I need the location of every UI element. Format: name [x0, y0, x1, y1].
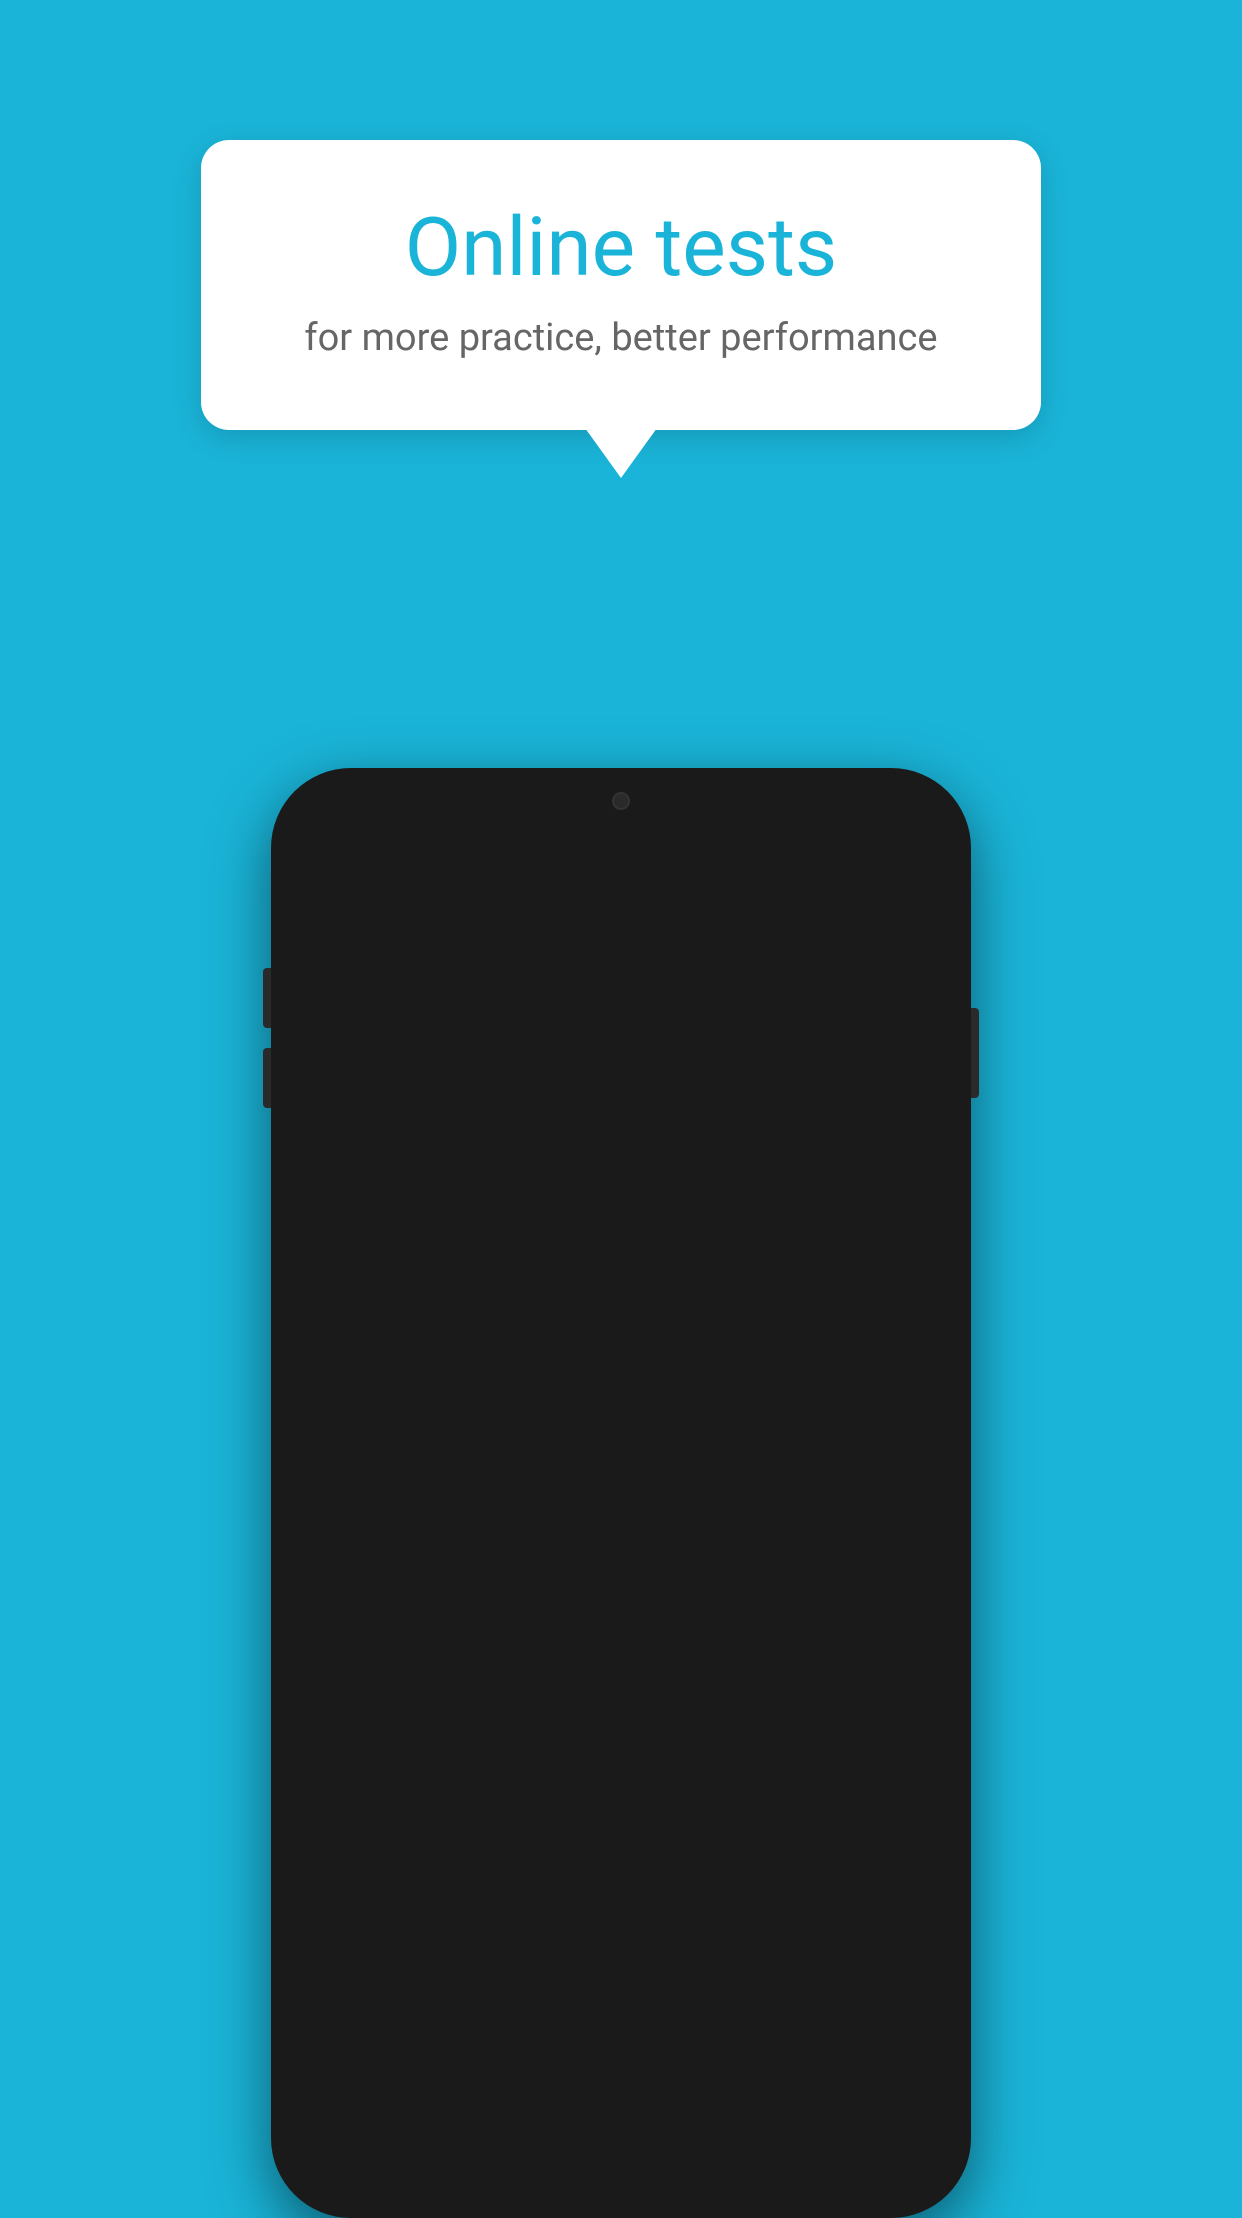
badge-online-newtons: Online Test — [800, 1263, 933, 1304]
phone-mockup: 14:29 ▾ ▲▲ ▮ ← Learning Light MENTS ANNO… — [271, 768, 971, 2218]
test-item-newtons[interactable]: Newton's Second law(contd)-Newton's Thir… — [287, 1235, 955, 1406]
test-info-conservation: Conservation of momentum-Equilibrium by … — [309, 1427, 788, 1519]
test-author-conservation: by Anurag — [309, 1467, 788, 1491]
test-name-newtons: Newton's Second law(contd)-Newton's Thir… — [309, 1257, 788, 1325]
test-name-reshuffling: Reshuffling test — [309, 1120, 797, 1154]
phone-screen: 14:29 ▾ ▲▲ ▮ ← Learning Light MENTS ANNO… — [287, 784, 955, 2202]
tab-tests[interactable]: TESTS — [621, 941, 788, 976]
search-icon: 🔍 — [322, 1003, 349, 1028]
battery-icon: ▮ — [917, 801, 927, 822]
test-info-reshuffling: Reshuffling test by Anurag Starts at Jul… — [309, 1120, 797, 1212]
completed-section-header: COMPLETED (1) — [287, 1542, 955, 1587]
wifi-icon: ▾ — [856, 801, 865, 822]
search-box[interactable]: 🔍 Search — [305, 992, 937, 1039]
back-button[interactable]: ← — [311, 859, 341, 894]
tabs-bar: MENTS ANNOUNCEMENTS TESTS VIDEOS — [287, 914, 955, 978]
tab-ments[interactable]: MENTS — [287, 941, 454, 976]
badge-class-reshuffling: Class Test — [809, 1126, 933, 1165]
test-date-newtons: Ends at Jul 06, 10:45 AM — [309, 1358, 788, 1382]
power-button — [971, 1008, 979, 1098]
status-time: 14:29 — [315, 799, 371, 824]
app-header-title: Learning Light — [361, 858, 564, 896]
promo-bubble: Online tests for more practice, better p… — [201, 140, 1041, 430]
bubble-subtitle: for more practice, better performance — [281, 316, 961, 360]
tab-videos[interactable]: VIDEOS — [788, 941, 955, 976]
test-name-conservation: Conservation of momentum-Equilibrium — [309, 1427, 788, 1461]
ongoing-section-header: ONGOING (3) — [287, 1053, 955, 1098]
test-item-conservation[interactable]: Conservation of momentum-Equilibrium by … — [287, 1405, 955, 1542]
status-bar: 14:29 ▾ ▲▲ ▮ — [287, 784, 955, 839]
test-list: Reshuffling test by Anurag Starts at Jul… — [287, 1098, 955, 1542]
status-icons: ▾ ▲▲ ▮ — [856, 801, 927, 822]
search-container: 🔍 Search — [287, 978, 955, 1053]
test-info-newtons: Newton's Second law(contd)-Newton's Thir… — [309, 1257, 788, 1383]
signal-icon: ▲▲ — [873, 801, 909, 822]
volume-down-button — [263, 1048, 271, 1108]
bubble-title: Online tests — [281, 200, 961, 296]
test-date-reshuffling: Starts at Jul 05, 05:45 PM — [309, 1188, 797, 1212]
test-author-reshuffling: by Anurag — [309, 1160, 797, 1184]
app-header: ← Learning Light — [287, 839, 955, 914]
test-author-newtons: by Anurag — [309, 1330, 788, 1354]
test-date-conservation: Ends at Jun 10, 06:00 PM — [309, 1495, 788, 1519]
volume-up-button — [263, 968, 271, 1028]
tab-announcements[interactable]: ANNOUNCEMENTS — [454, 941, 621, 976]
test-item-reshuffling[interactable]: Reshuffling test by Anurag Starts at Jul… — [287, 1098, 955, 1235]
search-placeholder: Search — [359, 1003, 427, 1028]
badge-online-conservation: Online Test — [800, 1433, 933, 1474]
